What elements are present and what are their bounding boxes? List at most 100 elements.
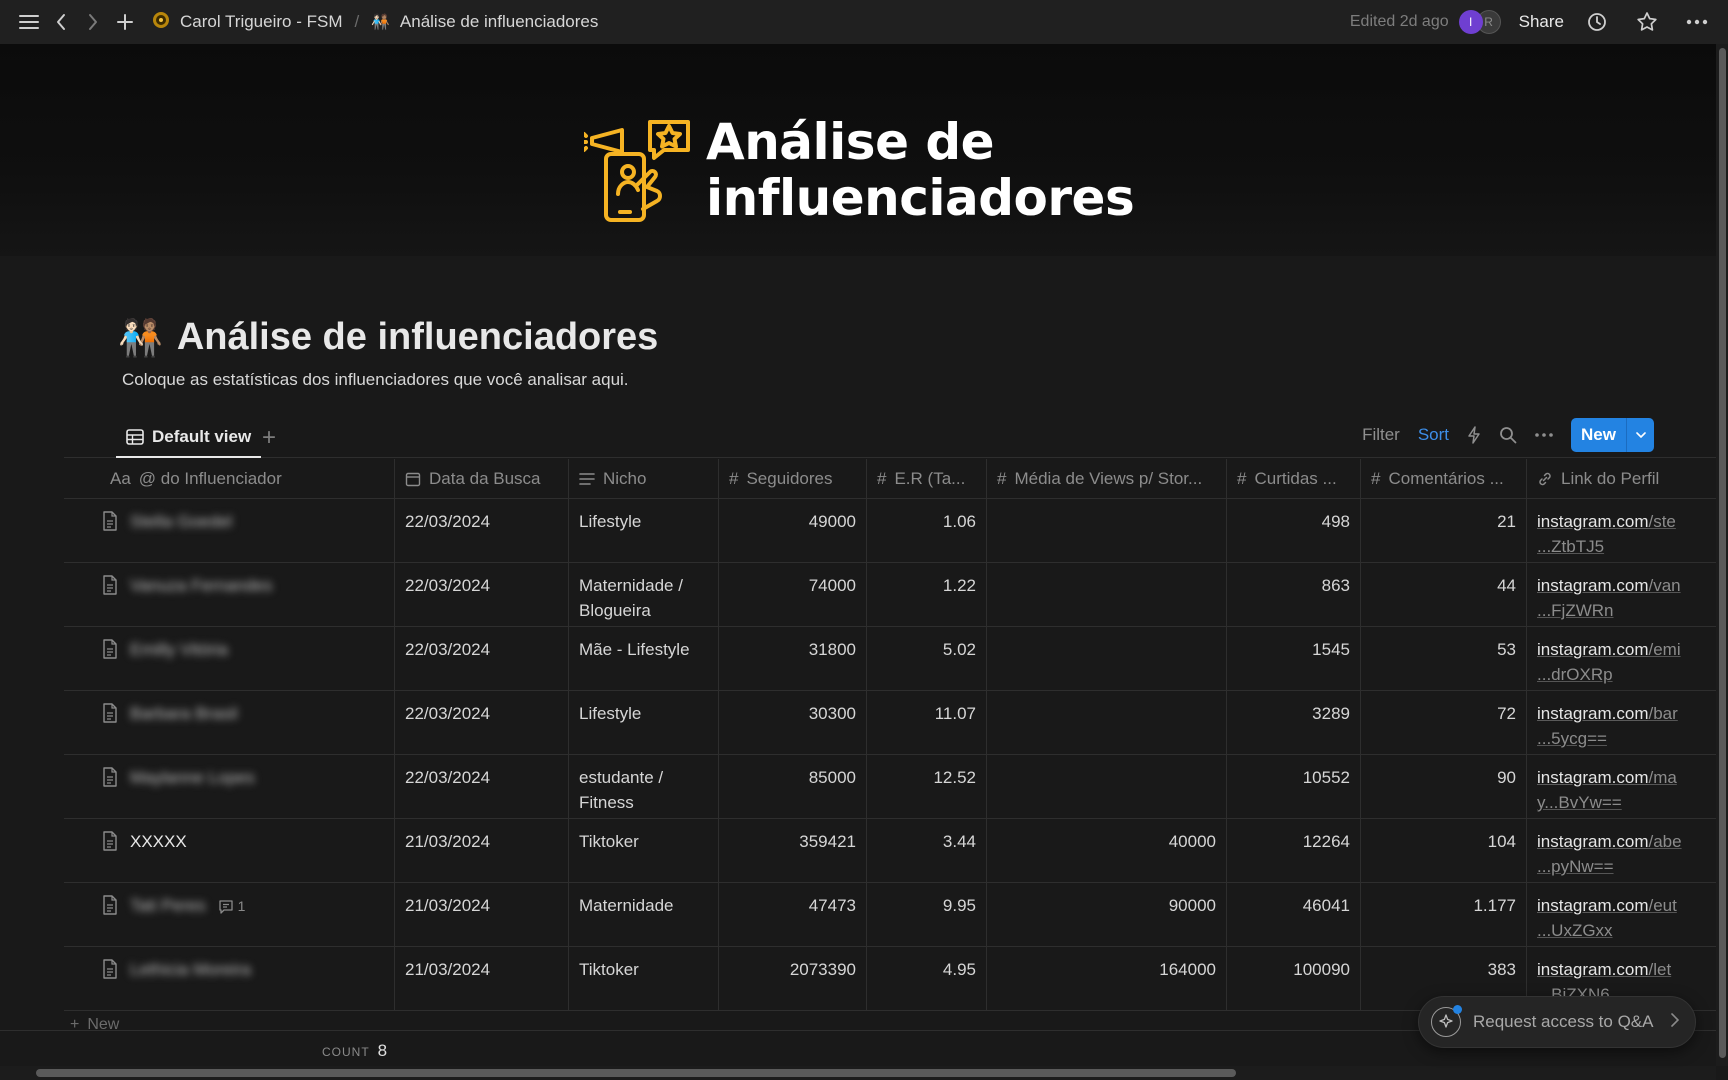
comment-count-badge[interactable]: 1 — [218, 894, 245, 919]
profile-link-path-end[interactable]: ...pyNw== — [1537, 857, 1614, 876]
cell-views[interactable] — [987, 563, 1227, 626]
cell-nicho[interactable]: Lifestyle — [569, 691, 719, 754]
table-row[interactable]: XXXXX 21/03/2024 Tiktoker 359421 3.44 40000 12… — [64, 819, 1716, 883]
cell-comentarios[interactable]: 53 — [1361, 627, 1527, 690]
sort-button[interactable]: Sort — [1418, 425, 1449, 445]
table-row[interactable]: Stella Goedel 22/03/2024 Lifestyle 49000 1.0… — [64, 499, 1716, 563]
cell-er[interactable]: 1.22 — [867, 563, 987, 626]
cell-nicho[interactable]: Tiktoker — [569, 947, 719, 1010]
cell-influencer[interactable]: Stella Goedel — [64, 499, 395, 562]
cell-comentarios[interactable]: 21 — [1361, 499, 1527, 562]
more-options-icon[interactable] — [1535, 433, 1553, 437]
cell-views[interactable] — [987, 755, 1227, 818]
favorite-star-icon[interactable] — [1632, 7, 1662, 37]
tab-default-view[interactable]: Default view — [116, 418, 262, 458]
profile-link-host[interactable]: instagram.com — [1537, 832, 1648, 851]
cell-views[interactable] — [987, 499, 1227, 562]
cell-nicho[interactable]: estudante / Fitness — [569, 755, 719, 818]
collaborator-avatars[interactable]: I R — [1458, 10, 1501, 34]
cell-influencer[interactable]: Tati Peres 1 — [64, 883, 395, 946]
cell-date[interactable]: 21/03/2024 — [395, 819, 569, 882]
cell-curtidas[interactable]: 12264 — [1227, 819, 1361, 882]
table-row[interactable]: Tati Peres 1 21/03/2024 Maternidade 47473 9.9… — [64, 883, 1716, 947]
profile-link-path[interactable]: /let — [1648, 960, 1671, 979]
cell-link[interactable]: instagram.com/van ...FjZWRn — [1527, 563, 1707, 626]
column-header-seguidores[interactable]: # Seguidores — [719, 458, 867, 499]
cell-seguidores[interactable]: 74000 — [719, 563, 867, 626]
new-button-label[interactable]: New — [1571, 418, 1626, 452]
cell-comentarios[interactable]: 44 — [1361, 563, 1527, 626]
horizontal-scrollbar-thumb[interactable] — [36, 1069, 1236, 1077]
table-row[interactable]: Emilly Vitória 22/03/2024 Mãe - Lifestyle 3… — [64, 627, 1716, 691]
cell-comentarios[interactable]: 72 — [1361, 691, 1527, 754]
influencer-name[interactable]: Barbara Brasil — [130, 701, 238, 726]
cell-seguidores[interactable]: 2073390 — [719, 947, 867, 1010]
cell-influencer[interactable]: Lethicia Moreira — [64, 947, 395, 1010]
history-clock-icon[interactable] — [1582, 7, 1612, 37]
cell-curtidas[interactable]: 100090 — [1227, 947, 1361, 1010]
profile-link-path[interactable]: /eut — [1648, 896, 1676, 915]
cell-date[interactable]: 22/03/2024 — [395, 755, 569, 818]
new-record-button[interactable]: New — [1571, 418, 1654, 452]
cell-seguidores[interactable]: 85000 — [719, 755, 867, 818]
sidebar-menu-icon[interactable] — [14, 7, 44, 37]
cell-date[interactable]: 21/03/2024 — [395, 947, 569, 1010]
cell-curtidas[interactable]: 3289 — [1227, 691, 1361, 754]
cell-seguidores[interactable]: 359421 — [719, 819, 867, 882]
cell-er[interactable]: 5.02 — [867, 627, 987, 690]
profile-link-path[interactable]: /van — [1648, 576, 1680, 595]
profile-link-host[interactable]: instagram.com — [1537, 896, 1648, 915]
column-header-curtidas[interactable]: # Curtidas ... — [1227, 458, 1361, 499]
profile-link-host[interactable]: instagram.com — [1537, 576, 1648, 595]
cell-curtidas[interactable]: 1545 — [1227, 627, 1361, 690]
page-title-text[interactable]: Análise de influenciadores — [177, 316, 658, 359]
profile-link-path[interactable]: /bar — [1648, 704, 1677, 723]
cell-influencer[interactable]: Maylanne Lopes — [64, 755, 395, 818]
horizontal-scrollbar[interactable] — [0, 1066, 1716, 1080]
cell-nicho[interactable]: Mãe - Lifestyle — [569, 627, 719, 690]
back-arrow-icon[interactable] — [46, 7, 76, 37]
page-description[interactable]: Coloque as estatísticas dos influenciado… — [122, 370, 629, 390]
profile-link-host[interactable]: instagram.com — [1537, 960, 1648, 979]
profile-link-path[interactable]: /ma — [1648, 768, 1676, 787]
cell-comentarios[interactable]: 104 — [1361, 819, 1527, 882]
influencer-name[interactable]: Lethicia Moreira — [130, 957, 251, 982]
cell-er[interactable]: 1.06 — [867, 499, 987, 562]
cell-curtidas[interactable]: 10552 — [1227, 755, 1361, 818]
column-header-date[interactable]: Data da Busca — [395, 458, 569, 499]
vertical-scrollbar-thumb[interactable] — [1719, 48, 1726, 1058]
cell-er[interactable]: 11.07 — [867, 691, 987, 754]
page-people-emoji-icon[interactable]: 🧑🏻‍🤝‍🧑🏽 — [118, 317, 163, 359]
profile-link-host[interactable]: instagram.com — [1537, 704, 1648, 723]
cell-link[interactable]: instagram.com/eut ...UxZGxx — [1527, 883, 1707, 946]
cell-link[interactable]: instagram.com/bar ...5ycg== — [1527, 691, 1707, 754]
cell-seguidores[interactable]: 49000 — [719, 499, 867, 562]
profile-link-path-end[interactable]: y...BvYw== — [1537, 793, 1622, 812]
column-header-er[interactable]: # E.R (Ta... — [867, 458, 987, 499]
cell-views[interactable] — [987, 691, 1227, 754]
cell-link[interactable]: instagram.com/emi ...drOXRp — [1527, 627, 1707, 690]
profile-link-path-end[interactable]: ...UxZGxx — [1537, 921, 1613, 940]
column-header-comentarios[interactable]: # Comentários ... — [1361, 458, 1527, 499]
cell-curtidas[interactable]: 863 — [1227, 563, 1361, 626]
row-count[interactable]: COUNT 8 — [322, 1041, 387, 1061]
new-page-plus-icon[interactable] — [110, 7, 140, 37]
cell-views[interactable]: 40000 — [987, 819, 1227, 882]
influencer-name[interactable]: Tati Peres — [130, 893, 206, 918]
cell-date[interactable]: 22/03/2024 — [395, 627, 569, 690]
table-row[interactable]: Barbara Brasil 22/03/2024 Lifestyle 30300 11… — [64, 691, 1716, 755]
forward-arrow-icon[interactable] — [78, 7, 108, 37]
profile-link-path-end[interactable]: ...ZtbTJ5 — [1537, 537, 1604, 556]
cell-er[interactable]: 3.44 — [867, 819, 987, 882]
cell-date[interactable]: 22/03/2024 — [395, 563, 569, 626]
cell-nicho[interactable]: Lifestyle — [569, 499, 719, 562]
cell-nicho[interactable]: Maternidade — [569, 883, 719, 946]
cell-views[interactable]: 90000 — [987, 883, 1227, 946]
breadcrumb-workspace[interactable]: Carol Trigueiro - FSM — [180, 12, 342, 32]
vertical-scrollbar[interactable] — [1716, 44, 1728, 1066]
cell-link[interactable]: instagram.com/ste ...ZtbTJ5 — [1527, 499, 1707, 562]
table-row[interactable]: Maylanne Lopes 22/03/2024 estudante / Fitn… — [64, 755, 1716, 819]
share-button[interactable]: Share — [1519, 12, 1564, 32]
profile-link-path[interactable]: /emi — [1648, 640, 1680, 659]
cell-link[interactable]: instagram.com/abe ...pyNw== — [1527, 819, 1707, 882]
